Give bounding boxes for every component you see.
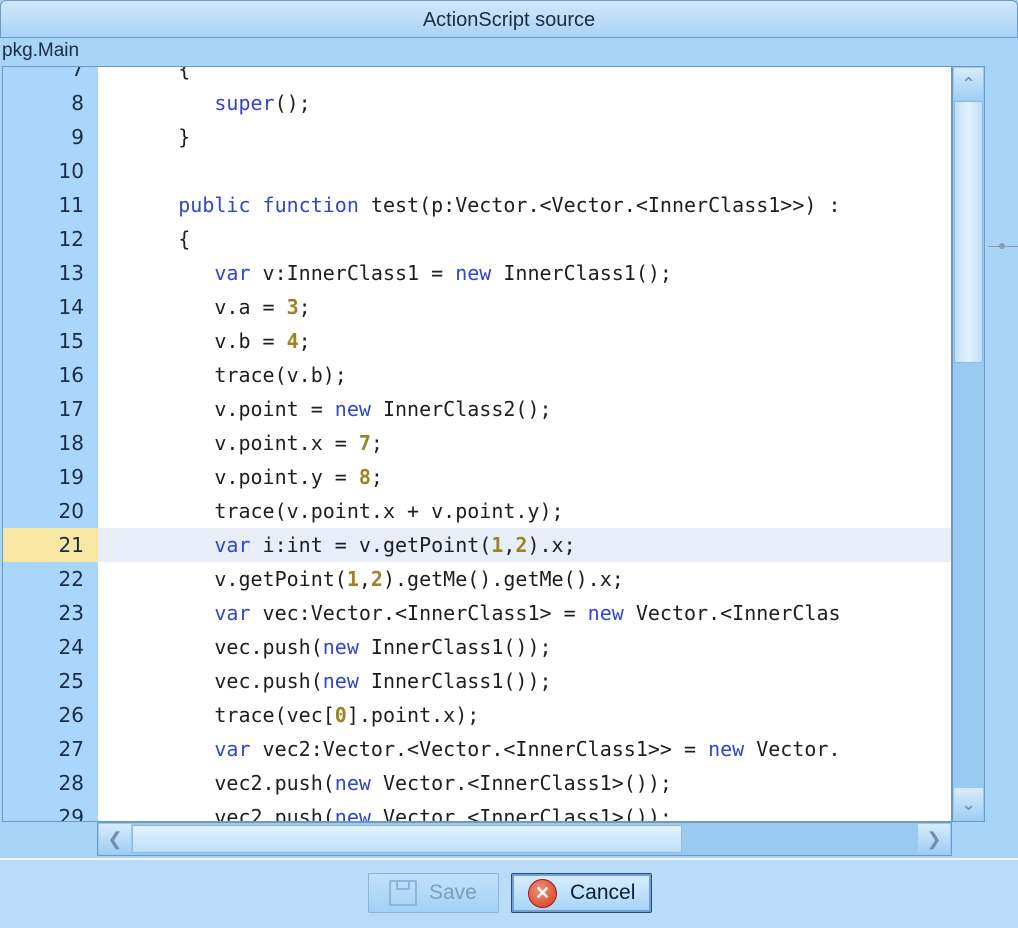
cancel-x-icon: ✕ [528,879,557,908]
code-text: vec2.push(new Vector.<InnerClass1>()); [106,771,672,795]
code-text: var v:InnerClass1 = new InnerClass1(); [214,261,672,285]
code-line[interactable]: 23 var vec:Vector.<InnerClass1> = new Ve… [3,596,951,630]
code-line[interactable]: 26 trace(vec[0].point.x); [3,698,951,732]
window-title-bar[interactable]: ActionScript source [0,0,1018,38]
save-button[interactable]: Save [368,873,499,913]
line-number: 27 [3,732,98,766]
line-number: 12 [3,222,98,256]
arrow-up-icon: ⌃ [960,73,977,94]
dialog-footer [0,858,1018,928]
arrow-down-icon: ⌄ [960,793,977,814]
cancel-button[interactable]: ✕ Cancel [511,873,652,913]
code-text: trace(v.point.x + v.point.y); [106,499,564,523]
line-number: 26 [3,698,98,732]
code-line[interactable]: 22 v.getPoint(1,2).getMe().getMe().x; [3,562,951,596]
line-number: 16 [3,358,98,392]
code-text: var i:int = v.getPoint(1,2).x; [214,533,576,557]
line-number: 10 [3,154,98,188]
code-text: v.point.y = 8; [106,465,383,489]
line-number: 13 [3,256,98,290]
code-text: var vec2:Vector.<Vector.<InnerClass1>> =… [214,737,841,761]
scroll-down-button[interactable]: ⌄ [954,788,983,820]
code-text: vec.push(new InnerClass1()); [106,635,552,659]
arrow-left-icon: ❮ [107,828,123,849]
line-number: 19 [3,460,98,494]
code-line[interactable]: 21 var i:int = v.getPoint(1,2).x; [3,528,951,562]
scroll-left-button[interactable]: ❮ [99,824,131,854]
code-line[interactable]: 10 [3,154,951,188]
code-line[interactable]: 16 trace(v.b); [3,358,951,392]
code-text: v.getPoint(1,2).getMe().getMe().x; [106,567,624,591]
vertical-scrollbar[interactable]: ⌃ ⌄ [952,66,985,822]
line-number: 29 [3,800,98,821]
line-number: 23 [3,596,98,630]
code-text: v.point.x = 7; [106,431,383,455]
line-number: 8 [3,86,98,120]
code-line[interactable]: 14 v.a = 3; [3,290,951,324]
code-line[interactable]: 19 v.point.y = 8; [3,460,951,494]
splitter-handle[interactable] [999,243,1005,249]
code-line[interactable]: 25 vec.push(new InnerClass1()); [3,664,951,698]
code-lines[interactable]: 7 {8 super(); 9 } 10 11 public function tes… [3,66,951,822]
scroll-right-button[interactable]: ❯ [918,824,950,854]
code-text: var vec:Vector.<InnerClass1> = new Vecto… [214,601,841,625]
code-text: v.point = new InnerClass2(); [106,397,552,421]
code-line[interactable]: 27 var vec2:Vector.<Vector.<InnerClass1>… [3,732,951,766]
floppy-disk-icon [389,880,417,906]
line-number: 18 [3,426,98,460]
code-text: vec2.push(new Vector.<InnerClass1>()); [106,805,672,822]
code-text: v.a = 3; [106,295,311,319]
cancel-button-label: Cancel [570,881,636,904]
scroll-up-button[interactable]: ⌃ [954,68,983,100]
code-line[interactable]: 7 { [3,66,951,86]
code-line[interactable]: 11 public function test(p:Vector.<Vector… [3,188,951,222]
line-number: 14 [3,290,98,324]
save-button-label: Save [429,881,477,904]
code-text: vec.push(new InnerClass1()); [106,669,552,693]
code-line[interactable]: 28 vec2.push(new Vector.<InnerClass1>())… [3,766,951,800]
line-number: 28 [3,766,98,800]
horizontal-scrollbar[interactable]: ❮ ❯ [97,822,952,856]
code-text: super(); [214,91,311,115]
code-line[interactable]: 24 vec.push(new InnerClass1()); [3,630,951,664]
line-number: 20 [3,494,98,528]
line-number: 11 [3,188,98,222]
code-text: trace(vec[0].point.x); [106,703,480,727]
code-line[interactable]: 9 } [3,120,951,154]
code-text: { [106,66,191,81]
code-line[interactable]: 13 var v:InnerClass1 = new InnerClass1()… [3,256,951,290]
code-text: } [106,125,191,149]
line-number: 9 [3,120,98,154]
code-text: trace(v.b); [106,363,347,387]
code-line[interactable]: 12 { [3,222,951,256]
code-editor[interactable]: 7 {8 super(); 9 } 10 11 public function tes… [2,66,952,822]
arrow-right-icon: ❯ [926,828,942,849]
code-text: public function test(p:Vector.<Vector.<I… [178,193,841,217]
code-line[interactable]: 15 v.b = 4; [3,324,951,358]
line-number: 25 [3,664,98,698]
line-number: 24 [3,630,98,664]
horizontal-scroll-thumb[interactable] [132,825,682,853]
window-title: ActionScript source [422,9,596,31]
code-line[interactable]: 29 vec2.push(new Vector.<InnerClass1>())… [3,800,951,822]
code-line[interactable]: 17 v.point = new InnerClass2(); [3,392,951,426]
code-text: v.b = 4; [106,329,311,353]
code-text: { [106,227,191,251]
line-number: 17 [3,392,98,426]
code-line[interactable]: 20 trace(v.point.x + v.point.y); [3,494,951,528]
code-line[interactable]: 18 v.point.x = 7; [3,426,951,460]
line-number: 7 [3,67,98,86]
code-line[interactable]: 8 super(); [3,86,951,120]
line-number: 15 [3,324,98,358]
vertical-scroll-thumb[interactable] [954,101,983,363]
line-number: 22 [3,562,98,596]
line-number: 21 [3,528,98,562]
class-name-label: pkg.Main [2,40,80,61]
